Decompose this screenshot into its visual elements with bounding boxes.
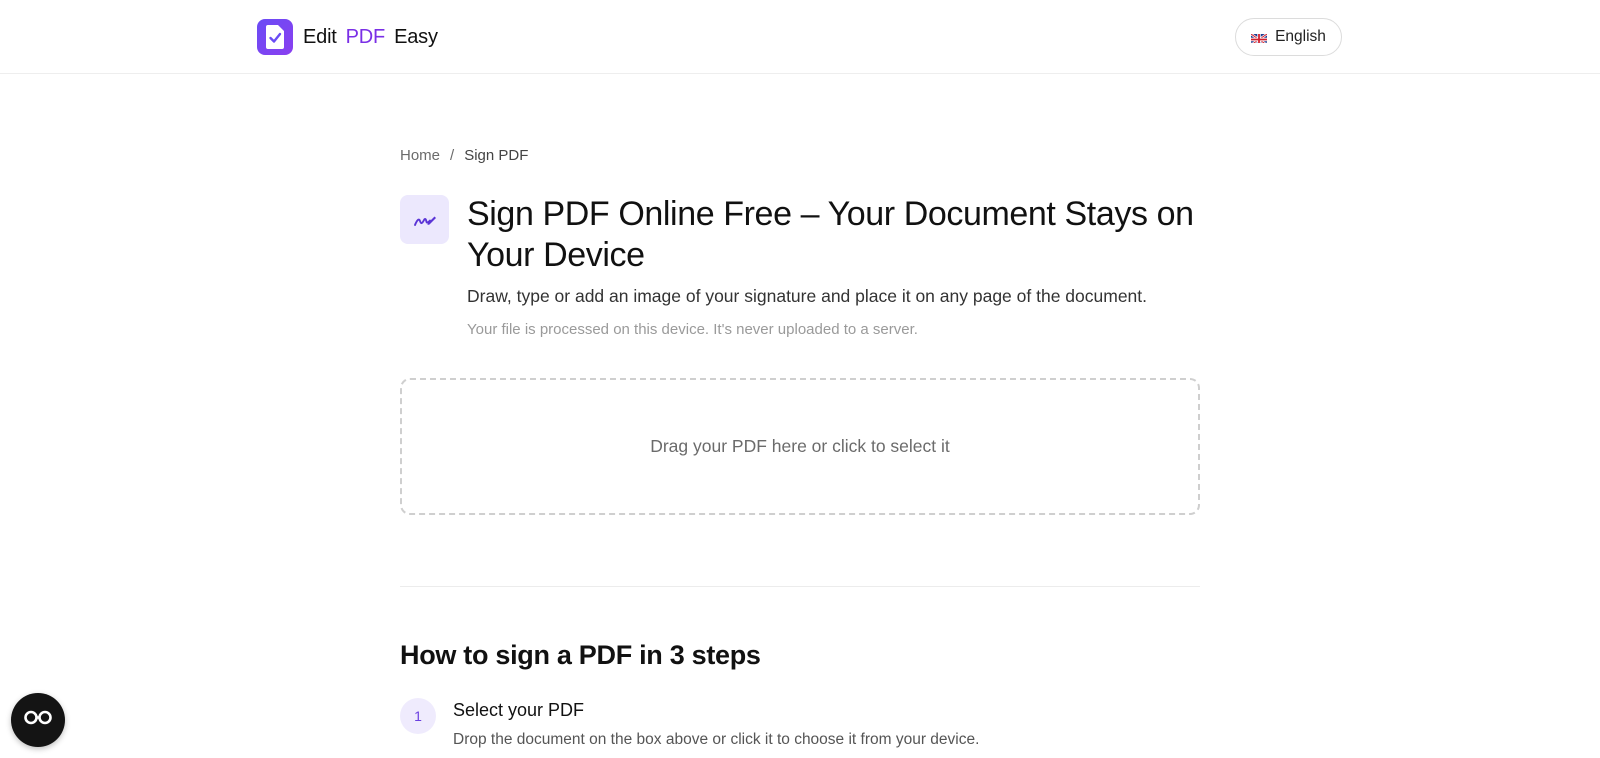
- step-number-badge: 1: [400, 698, 436, 734]
- breadcrumb-home-link[interactable]: Home: [400, 147, 440, 164]
- logo-text-accent: PDF: [345, 25, 386, 48]
- page-title: Sign PDF Online Free – Your Document Sta…: [467, 195, 1194, 274]
- pdf-dropzone[interactable]: Drag your PDF here or click to select it: [400, 378, 1200, 515]
- logo-text-before: Edit: [303, 25, 337, 48]
- steps-heading: How to sign a PDF in 3 steps: [400, 640, 761, 670]
- signature-icon: [400, 195, 449, 244]
- language-label: English: [1275, 28, 1326, 45]
- step-title: Select your PDF: [453, 700, 585, 720]
- breadcrumb: Home / Sign PDF: [400, 147, 528, 164]
- accessibility-glasses-icon: [23, 708, 53, 733]
- uk-flag-icon: [1251, 32, 1268, 43]
- logo-link[interactable]: Edit PDF Easy: [257, 19, 438, 55]
- accessibility-button[interactable]: [11, 693, 65, 747]
- dropzone-text: Drag your PDF here or click to select it: [650, 436, 950, 456]
- breadcrumb-separator: /: [450, 147, 455, 164]
- breadcrumb-current: Sign PDF: [464, 147, 529, 164]
- page-subtitle: Draw, type or add an image of your signa…: [467, 286, 1148, 306]
- logo-text: Edit PDF Easy: [303, 26, 438, 49]
- logo-text-after: Easy: [394, 25, 438, 48]
- site-header: Edit PDF Easy English: [0, 0, 1600, 74]
- step-description: Drop the document on the box above or cl…: [453, 731, 980, 748]
- language-selector-button[interactable]: English: [1235, 18, 1342, 56]
- privacy-note: Your file is processed on this device. I…: [467, 321, 918, 338]
- document-check-icon: [257, 19, 293, 55]
- section-divider: [400, 586, 1200, 587]
